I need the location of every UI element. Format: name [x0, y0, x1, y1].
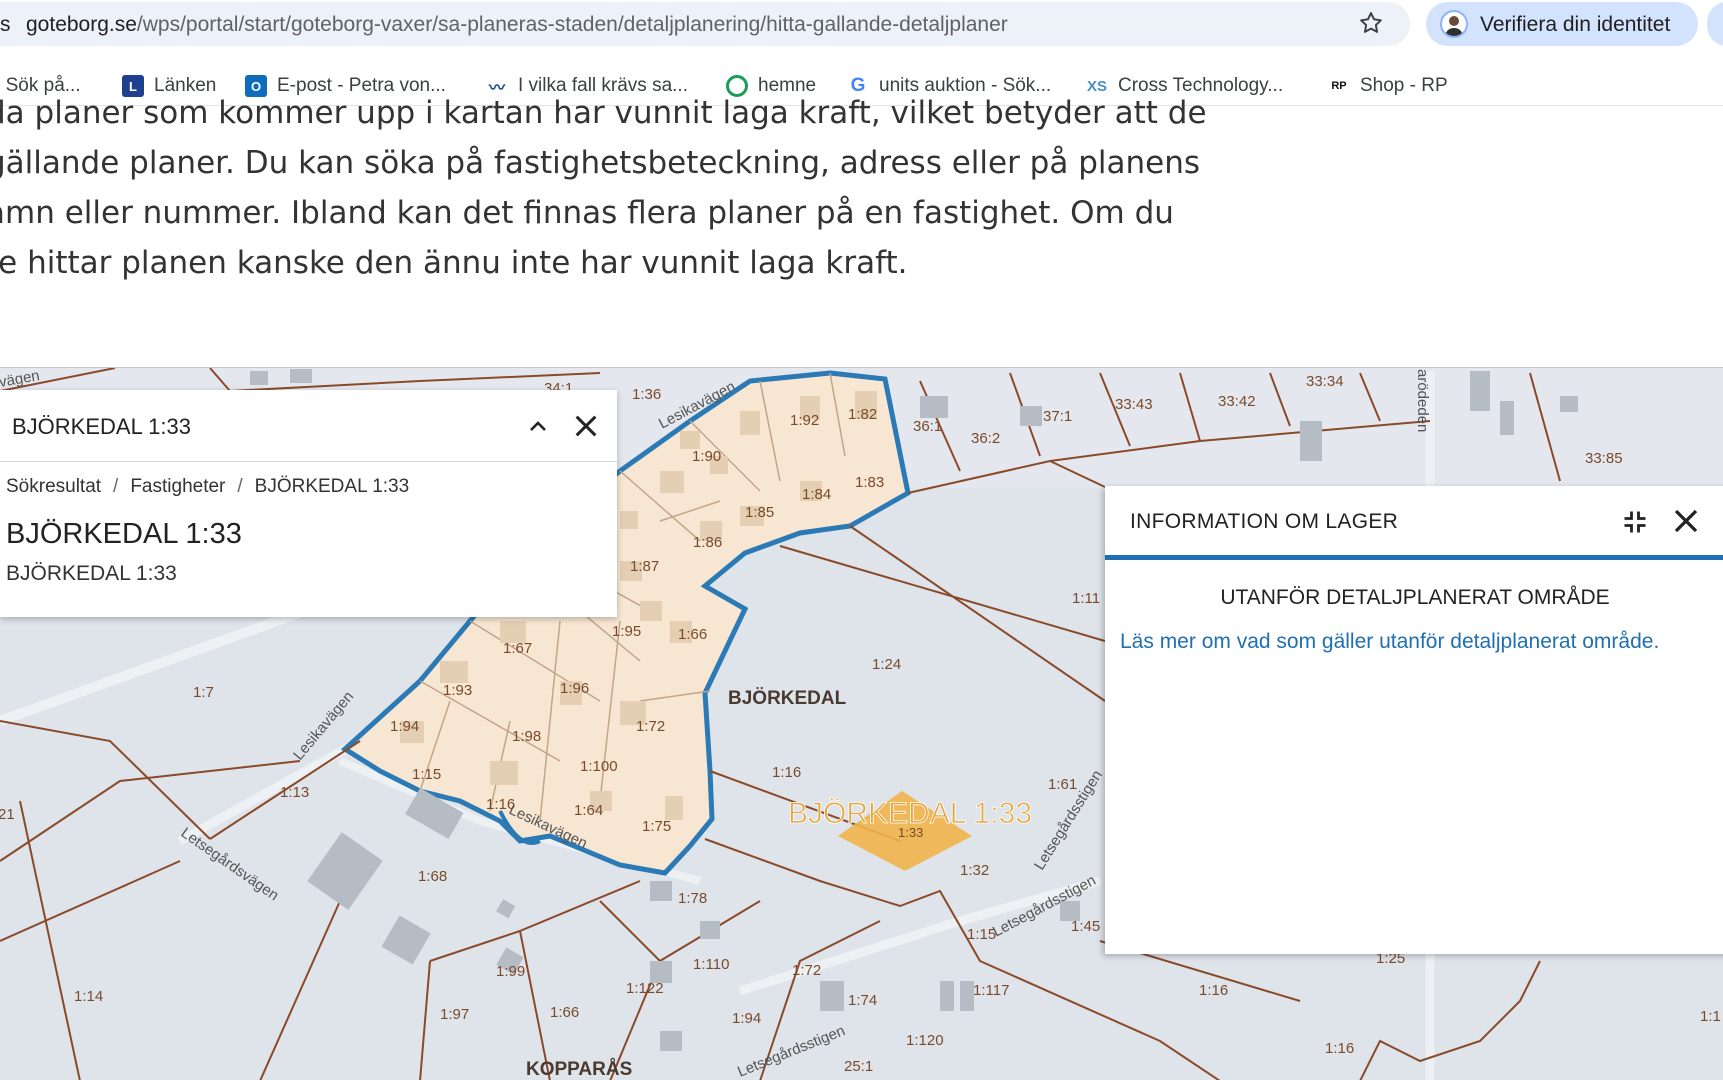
svg-text:1:95: 1:95: [612, 623, 641, 640]
url-prefix: s: [0, 13, 11, 36]
svg-text:1:99: 1:99: [496, 963, 525, 980]
intro-line: te hittar planen kanske den ännu inte ha…: [0, 245, 908, 281]
extension-pill[interactable]: [1707, 2, 1723, 46]
svg-text:1:98: 1:98: [512, 728, 541, 745]
area-label-kopparas: KOPPARÅS: [526, 1059, 632, 1080]
url-text[interactable]: goteborg.se/wps/portal/start/goteborg-va…: [26, 13, 1008, 37]
svg-text:1:94: 1:94: [390, 718, 419, 735]
svg-text:1:85: 1:85: [745, 504, 774, 521]
svg-text:1:11: 1:11: [1072, 590, 1100, 607]
svg-text:1:122: 1:122: [626, 980, 664, 997]
svg-text:21: 21: [0, 806, 15, 823]
svg-text:33:43: 33:43: [1115, 396, 1153, 413]
svg-text:1:100: 1:100: [580, 758, 618, 775]
svg-text:36:1: 36:1: [913, 418, 942, 435]
browser-toolbar: s goteborg.se/wps/portal/start/goteborg-…: [0, 0, 1723, 50]
svg-text:1:32: 1:32: [960, 862, 989, 879]
breadcrumb-item-current: BJÖRKEDAL 1:33: [254, 476, 410, 497]
read-more-link[interactable]: Läs mer om vad som gäller utanför detalj…: [1120, 626, 1680, 657]
svg-text:36:2: 36:2: [971, 430, 1000, 447]
svg-text:1:15: 1:15: [412, 766, 441, 783]
svg-text:1:16: 1:16: [1325, 1040, 1354, 1057]
svg-text:1:68: 1:68: [418, 868, 447, 885]
intro-line: gällande planer. Du kan söka på fastighe…: [0, 145, 1201, 181]
close-icon[interactable]: [1671, 506, 1701, 536]
collapse-icon[interactable]: [1621, 508, 1649, 536]
svg-text:1:96: 1:96: [560, 680, 589, 697]
svg-text:1:110: 1:110: [693, 956, 729, 973]
svg-text:1:117: 1:117: [973, 982, 1009, 999]
svg-text:1:83: 1:83: [855, 474, 884, 491]
svg-text:1:66: 1:66: [678, 626, 707, 643]
svg-text:1:97: 1:97: [440, 1006, 469, 1023]
close-icon[interactable]: [572, 412, 600, 440]
svg-text:1:7: 1:7: [193, 684, 214, 701]
svg-text:1:64: 1:64: [574, 802, 603, 819]
svg-text:1:78: 1:78: [678, 890, 707, 907]
svg-text:1:72: 1:72: [636, 718, 665, 735]
rp-icon: RP: [1331, 80, 1347, 92]
layer-heading: UTANFÖR DETALJPLANERAT OMRÅDE: [1220, 586, 1610, 609]
svg-text:1:87: 1:87: [630, 558, 659, 575]
intro-line: da planer som kommer upp i kartan har vu…: [0, 95, 1207, 131]
breadcrumb-separator: /: [113, 476, 119, 497]
svg-text:1:72: 1:72: [792, 962, 821, 979]
panel-header: INFORMATION OM LAGER: [1105, 486, 1723, 560]
verify-identity-button[interactable]: Verifiera din identitet: [1426, 2, 1698, 46]
breadcrumb: Sökresultat / Fastigheter / BJÖRKEDAL 1:33: [6, 476, 409, 498]
layer-info-panel: INFORMATION OM LAGER UTANFÖR DETALJPLANE…: [1105, 486, 1723, 954]
highlight-label: BJÖRKEDAL 1:33: [788, 797, 1032, 830]
svg-text:1:74: 1:74: [848, 992, 877, 1009]
panel-title: BJÖRKEDAL 1:33: [12, 414, 191, 439]
breadcrumb-separator: /: [237, 476, 243, 497]
breadcrumb-item-sokresultat[interactable]: Sökresultat: [6, 476, 101, 497]
svg-text:1:16: 1:16: [772, 764, 801, 781]
svg-text:1:24: 1:24: [872, 656, 901, 673]
verify-identity-label: Verifiera din identitet: [1480, 13, 1671, 36]
svg-text:1:93: 1:93: [443, 682, 472, 699]
svg-text:1:92: 1:92: [790, 412, 819, 429]
svg-text:1:14: 1:14: [74, 988, 103, 1005]
bookmark-item-shop-rp[interactable]: RP Shop - RP: [1328, 73, 1448, 99]
chevron-up-icon[interactable]: [526, 414, 550, 438]
svg-text:1:84: 1:84: [802, 486, 831, 503]
svg-text:1:66: 1:66: [550, 1004, 579, 1021]
bookmark-star-icon[interactable]: [1358, 10, 1384, 36]
property-heading: BJÖRKEDAL 1:33: [6, 518, 242, 550]
avatar-icon: [1440, 10, 1468, 38]
svg-text:1:75: 1:75: [642, 818, 671, 835]
svg-text:37:1: 37:1: [1043, 408, 1072, 425]
search-result-panel: BJÖRKEDAL 1:33 Sökresultat / Fastigheter / B…: [0, 390, 617, 617]
url-path: /wps/portal/start/goteborg-vaxer/sa-plan…: [136, 13, 1008, 36]
svg-text:1:120: 1:120: [906, 1032, 944, 1049]
svg-text:1:94: 1:94: [732, 1010, 761, 1027]
panel-header: BJÖRKEDAL 1:33: [0, 390, 617, 462]
svg-text:1:67: 1:67: [503, 640, 532, 657]
svg-text:33:85: 33:85: [1585, 450, 1623, 467]
svg-text:1:1: 1:1: [1700, 1008, 1721, 1025]
area-label-bjorkedal: BJÖRKEDAL: [728, 688, 847, 709]
bookmark-label: Shop - RP: [1360, 75, 1448, 96]
panel-title: INFORMATION OM LAGER: [1130, 510, 1399, 533]
url-host: goteborg.se: [26, 13, 137, 36]
breadcrumb-item-fastigheter[interactable]: Fastigheter: [130, 476, 225, 497]
svg-text:1:90: 1:90: [692, 448, 721, 465]
svg-text:1:36: 1:36: [632, 386, 661, 403]
svg-text:1:45: 1:45: [1071, 918, 1100, 935]
svg-text:1:61: 1:61: [1048, 776, 1077, 793]
svg-text:1:13: 1:13: [280, 784, 309, 801]
svg-text:1:86: 1:86: [693, 534, 722, 551]
property-subheading: BJÖRKEDAL 1:33: [6, 562, 177, 585]
address-bar[interactable]: s goteborg.se/wps/portal/start/goteborg-…: [0, 2, 1410, 46]
svg-text:1:82: 1:82: [848, 406, 877, 423]
svg-text:arödeden: arödeden: [1414, 369, 1431, 432]
svg-text:33:34: 33:34: [1306, 373, 1344, 390]
svg-text:1:16: 1:16: [1199, 982, 1228, 999]
svg-text:25:1: 25:1: [844, 1058, 873, 1075]
intro-text: da planer som kommer upp i kartan har vu…: [0, 95, 1246, 288]
intro-line: amn eller nummer. Ibland kan det finnas …: [0, 195, 1174, 231]
svg-text:33:42: 33:42: [1218, 393, 1256, 410]
